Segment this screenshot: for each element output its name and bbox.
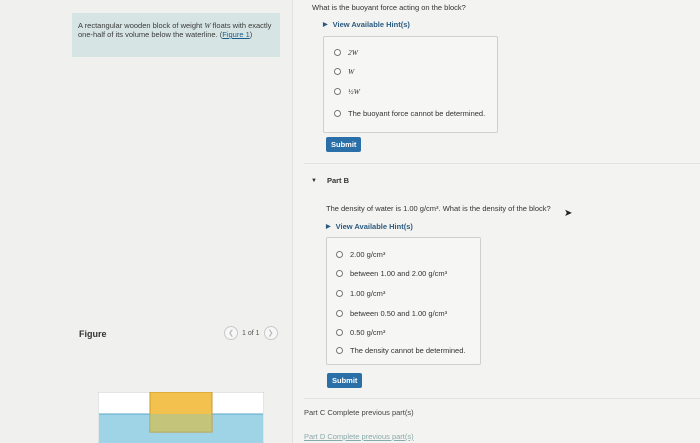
pager-text: 1 of 1 xyxy=(242,329,260,337)
figure-link[interactable]: Figure 1 xyxy=(222,30,250,39)
option-label: W xyxy=(348,67,355,76)
caret-right-icon: ▶ xyxy=(326,224,331,230)
caret-down-icon: ▼ xyxy=(311,177,317,184)
part-a-question: What is the buoyant force acting on the … xyxy=(312,3,466,12)
chevron-right-icon[interactable]: ❯ xyxy=(263,326,278,340)
part-a-options: 2W W ½W The buoyant force cannot be dete… xyxy=(323,36,498,133)
caret-right-icon: ▶ xyxy=(323,22,328,28)
part-a-hint-label: View Available Hint(s) xyxy=(332,20,410,29)
part-a-hint-toggle[interactable]: ▶ View Available Hint(s) xyxy=(323,20,410,29)
figure-label: Figure xyxy=(79,329,107,339)
figure-pager: ❮ 1 of 1 ❯ xyxy=(224,326,278,340)
option-label: between 0.50 and 1.00 g/cm³ xyxy=(350,309,448,318)
option-label: The density cannot be determined. xyxy=(350,346,466,355)
problem-text-1: A rectangular wooden block of weight xyxy=(78,21,205,30)
chevron-left-icon[interactable]: ❮ xyxy=(224,326,238,340)
radio-button[interactable] xyxy=(334,49,341,56)
part-c-row: Part C Complete previous part(s) xyxy=(304,408,414,417)
part-a-option[interactable]: ½W xyxy=(334,87,360,96)
radio-button[interactable] xyxy=(336,251,343,258)
part-b-hint-label: View Available Hint(s) xyxy=(335,222,413,231)
radio-button[interactable] xyxy=(336,290,343,297)
figure-image xyxy=(98,392,264,443)
part-a-submit-button[interactable]: Submit xyxy=(326,137,362,152)
part-a-option[interactable]: 2W xyxy=(334,48,358,57)
part-b-options: 2.00 g/cm³ between 1.00 and 2.00 g/cm³ 1… xyxy=(326,237,481,365)
radio-button[interactable] xyxy=(336,310,343,317)
option-label: between 1.00 and 2.00 g/cm³ xyxy=(350,269,448,278)
option-label: 0.50 g/cm³ xyxy=(350,328,386,337)
radio-button[interactable] xyxy=(334,88,341,95)
radio-button[interactable] xyxy=(336,329,343,336)
separator xyxy=(304,163,700,164)
part-b-option[interactable]: The density cannot be determined. xyxy=(336,346,466,355)
option-label: 1.00 g/cm³ xyxy=(350,289,386,298)
separator xyxy=(304,398,700,399)
radio-button[interactable] xyxy=(334,110,341,117)
part-b-option[interactable]: between 0.50 and 1.00 g/cm³ xyxy=(336,309,447,318)
radio-button[interactable] xyxy=(334,68,341,75)
option-label: The buoyant force cannot be determined. xyxy=(348,109,486,118)
part-a-option[interactable]: The buoyant force cannot be determined. xyxy=(334,109,485,118)
part-b-hint-toggle[interactable]: ▶ View Available Hint(s) xyxy=(326,222,413,231)
part-b-header[interactable]: ▼ Part B xyxy=(311,176,349,185)
option-label: 2W xyxy=(348,48,358,57)
part-a-option[interactable]: W xyxy=(334,67,354,76)
option-label: 2.00 g/cm³ xyxy=(350,250,386,259)
problem-statement: A rectangular wooden block of weight W f… xyxy=(72,13,280,57)
radio-button[interactable] xyxy=(336,270,343,277)
part-b-option[interactable]: between 1.00 and 2.00 g/cm³ xyxy=(336,269,447,278)
radio-button[interactable] xyxy=(336,347,343,354)
part-b-label: Part B xyxy=(326,176,350,185)
part-b-question: The density of water is 1.00 g/cm³. What… xyxy=(326,204,551,213)
submerged-part xyxy=(150,414,212,432)
part-b-option[interactable]: 0.50 g/cm³ xyxy=(336,328,385,337)
left-panel: A rectangular wooden block of weight W f… xyxy=(0,0,292,443)
part-b-option[interactable]: 2.00 g/cm³ xyxy=(336,250,385,259)
problem-text-3: ) xyxy=(249,30,253,39)
right-panel: What is the buoyant force acting on the … xyxy=(293,0,700,443)
option-label: ½W xyxy=(348,87,360,96)
mouse-cursor-icon: ➤ xyxy=(564,208,573,219)
part-d-row: Part D Complete previous part(s) xyxy=(304,432,414,441)
part-b-submit-button[interactable]: Submit xyxy=(327,373,363,388)
part-b-option[interactable]: 1.00 g/cm³ xyxy=(336,289,385,298)
